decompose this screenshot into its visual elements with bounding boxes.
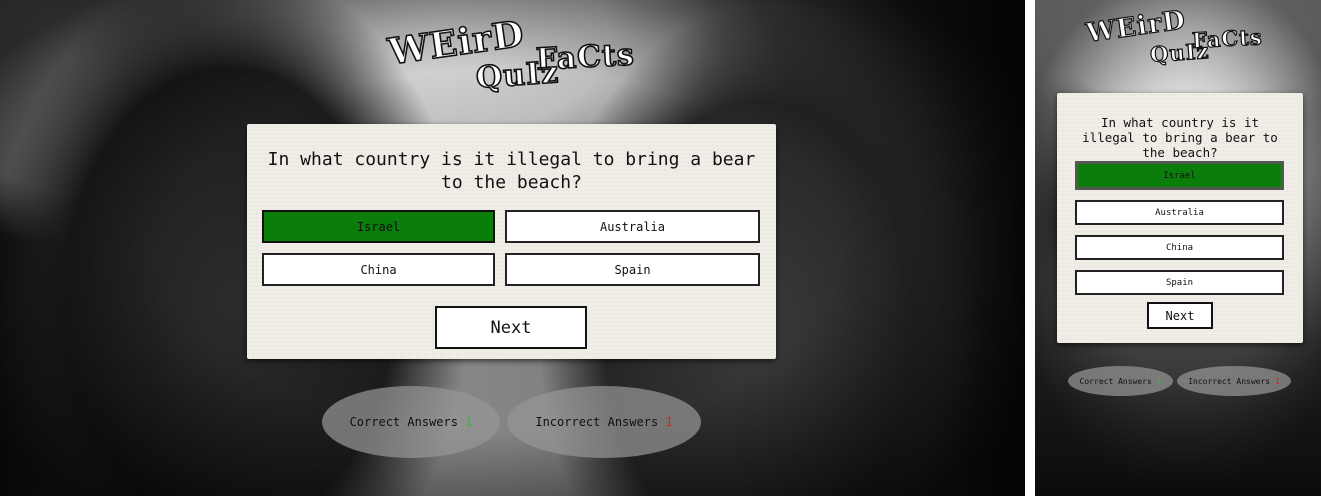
answer-button-israel[interactable]: Israel bbox=[262, 210, 495, 243]
question-text: In what country is it illegal to bring a… bbox=[1082, 115, 1278, 160]
question-text: In what country is it illegal to bring a… bbox=[267, 149, 756, 193]
logo-word-quiz: QuIz bbox=[474, 54, 561, 96]
correct-answers-count: 1 bbox=[465, 415, 473, 429]
next-label: Next bbox=[490, 317, 532, 338]
answer-label: Israel bbox=[356, 219, 401, 234]
answer-label: China bbox=[360, 262, 397, 277]
answer-button-australia[interactable]: Australia bbox=[1075, 200, 1284, 225]
answer-label: Spain bbox=[614, 262, 651, 277]
desktop-quiz-card: In what country is it illegal to bring a… bbox=[247, 124, 776, 359]
correct-answers-badge: Correct Answers 1 bbox=[322, 386, 500, 458]
answer-label: Spain bbox=[1165, 277, 1194, 288]
incorrect-answers-count: 1 bbox=[665, 415, 673, 429]
next-button[interactable]: Next bbox=[1147, 302, 1213, 329]
answer-button-china[interactable]: China bbox=[1075, 235, 1284, 260]
answer-button-china[interactable]: China bbox=[262, 253, 495, 286]
view-divider bbox=[1025, 0, 1035, 496]
next-label: Next bbox=[1165, 308, 1195, 323]
incorrect-answers-count: 1 bbox=[1274, 376, 1280, 386]
correct-answers-badge: Correct Answers 1 bbox=[1068, 366, 1173, 396]
next-button[interactable]: Next bbox=[435, 306, 587, 349]
answer-label: Israel bbox=[1163, 170, 1196, 181]
answer-button-spain[interactable]: Spain bbox=[505, 253, 760, 286]
incorrect-answers-badge: Incorrect Answers 1 bbox=[507, 386, 701, 458]
correct-answers-label: Correct Answers bbox=[1079, 376, 1152, 386]
incorrect-answers-badge: Incorrect Answers 1 bbox=[1177, 366, 1291, 396]
answer-label: China bbox=[1165, 242, 1194, 253]
incorrect-answers-label: Incorrect Answers bbox=[1188, 376, 1271, 386]
answer-label: Australia bbox=[1155, 207, 1204, 218]
correct-answers-count: 1 bbox=[1156, 376, 1162, 386]
answer-button-australia[interactable]: Australia bbox=[505, 210, 760, 243]
answer-button-spain[interactable]: Spain bbox=[1075, 270, 1284, 295]
answer-button-israel[interactable]: Israel bbox=[1075, 161, 1284, 190]
correct-answers-label: Correct Answers bbox=[349, 415, 458, 429]
mobile-quiz-card: In what country is it illegal to bring a… bbox=[1057, 93, 1303, 343]
desktop-logo: WEirD FaCts QuIz bbox=[385, 12, 648, 97]
answer-label: Australia bbox=[599, 219, 666, 234]
incorrect-answers-label: Incorrect Answers bbox=[535, 415, 659, 429]
logo-word-quiz: QuIz bbox=[1149, 37, 1211, 68]
mobile-logo: WEirD FaCts QuIz bbox=[1084, 5, 1276, 68]
